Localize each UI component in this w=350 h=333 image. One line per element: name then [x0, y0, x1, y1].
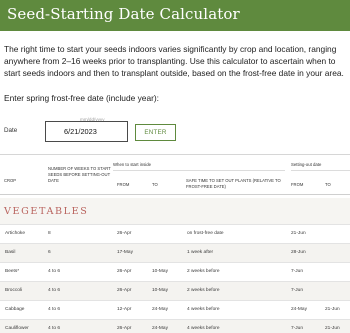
cell-to: 24-May — [152, 307, 168, 312]
cell-from: 26-Apr — [117, 326, 132, 331]
table-row: Basil 6 17-May 1 week after 28-Jun — [0, 243, 350, 262]
cell-safe-time: on frost-free date — [187, 231, 224, 236]
cell-weeks: 4 to 6 — [48, 288, 61, 293]
intro-paragraph: The right time to start your seeds indoo… — [4, 44, 344, 78]
cell-weeks: 8 — [48, 231, 51, 236]
cell-crop: Basil — [5, 250, 16, 255]
cell-crop: Artichoke — [5, 231, 25, 236]
column-header-safe-time: SAFE TIME TO SET OUT PLANTS (RELATIVE TO… — [186, 178, 281, 189]
table-row: Cauliflower 4 to 6 26-Apr 24-May 4 weeks… — [0, 319, 350, 333]
cell-crop: Beets* — [5, 269, 20, 274]
table-top-divider — [0, 154, 350, 155]
cell-crop: Broccoli — [5, 288, 23, 293]
section-vegetables: VEGETABLES — [0, 198, 350, 224]
cell-from: 26-Apr — [117, 231, 132, 236]
group-divider-setout — [291, 170, 350, 171]
cell-setout-from: 7-Jun — [291, 288, 303, 293]
column-header-setout-to: TO — [325, 182, 331, 187]
column-header-to: TO — [152, 182, 158, 187]
table-row: Beets* 4 to 6 26-Apr 10-May 2 weeks befo… — [0, 262, 350, 281]
cell-setout-from: 24-May — [291, 307, 307, 312]
date-prompt: Enter spring frost-free date (include ye… — [4, 93, 160, 103]
section-title: VEGETABLES — [4, 206, 89, 217]
cell-from: 17-May — [117, 250, 133, 255]
table-row: Broccoli 4 to 6 26-Apr 10-May 2 weeks be… — [0, 281, 350, 300]
cell-to: 10-May — [152, 269, 168, 274]
cell-weeks: 4 to 6 — [48, 269, 61, 274]
cell-crop: Cauliflower — [5, 326, 29, 331]
cell-crop: Cabbage — [5, 307, 25, 312]
cell-to: 24-May — [152, 326, 168, 331]
table-row: Cabbage 4 to 6 12-Apr 24-May 4 weeks bef… — [0, 300, 350, 319]
page-title: Seed-Starting Date Calculator — [7, 5, 240, 23]
column-header-from: FROM — [117, 182, 130, 187]
page-header: Seed-Starting Date Calculator — [0, 0, 350, 31]
cell-safe-time: 4 weeks before — [187, 307, 220, 312]
cell-safe-time: 4 weeks before — [187, 326, 220, 331]
cell-from: 12-Apr — [117, 307, 132, 312]
group-divider-inside — [113, 170, 285, 171]
date-label: Date — [4, 127, 18, 134]
cell-setout-to: 21-Jun — [325, 307, 340, 312]
table-row: Artichoke 8 26-Apr on frost-free date 21… — [0, 224, 350, 243]
cell-from: 26-Apr — [117, 269, 132, 274]
cell-weeks: 4 to 6 — [48, 307, 61, 312]
column-header-setout-from: FROM — [291, 182, 304, 187]
column-header-crop: CROP — [4, 178, 17, 183]
cell-weeks: 4 to 6 — [48, 326, 61, 331]
cell-setout-from: 7-Jun — [291, 269, 303, 274]
cell-weeks: 6 — [48, 250, 51, 255]
cell-safe-time: 2 weeks before — [187, 288, 220, 293]
table-header-divider — [0, 194, 350, 195]
cell-from: 26-Apr — [117, 288, 132, 293]
cell-setout-from: 28-Jun — [291, 250, 306, 255]
group-header-inside: When to start inside — [113, 162, 151, 167]
cell-safe-time: 2 weeks before — [187, 269, 220, 274]
enter-button[interactable]: ENTER — [135, 124, 176, 141]
cell-setout-to: 21-Jun — [325, 326, 340, 331]
group-header-setout: Setting-out date — [291, 162, 322, 167]
cell-safe-time: 1 week after — [187, 250, 214, 255]
column-header-weeks: NUMBER OF WEEKS TO START SEEDS BEFORE SE… — [48, 166, 111, 183]
cell-to: 10-May — [152, 288, 168, 293]
cell-setout-from: 21-Jun — [291, 231, 306, 236]
cell-setout-from: 7-Jun — [291, 326, 303, 331]
frost-date-input[interactable] — [45, 121, 128, 142]
